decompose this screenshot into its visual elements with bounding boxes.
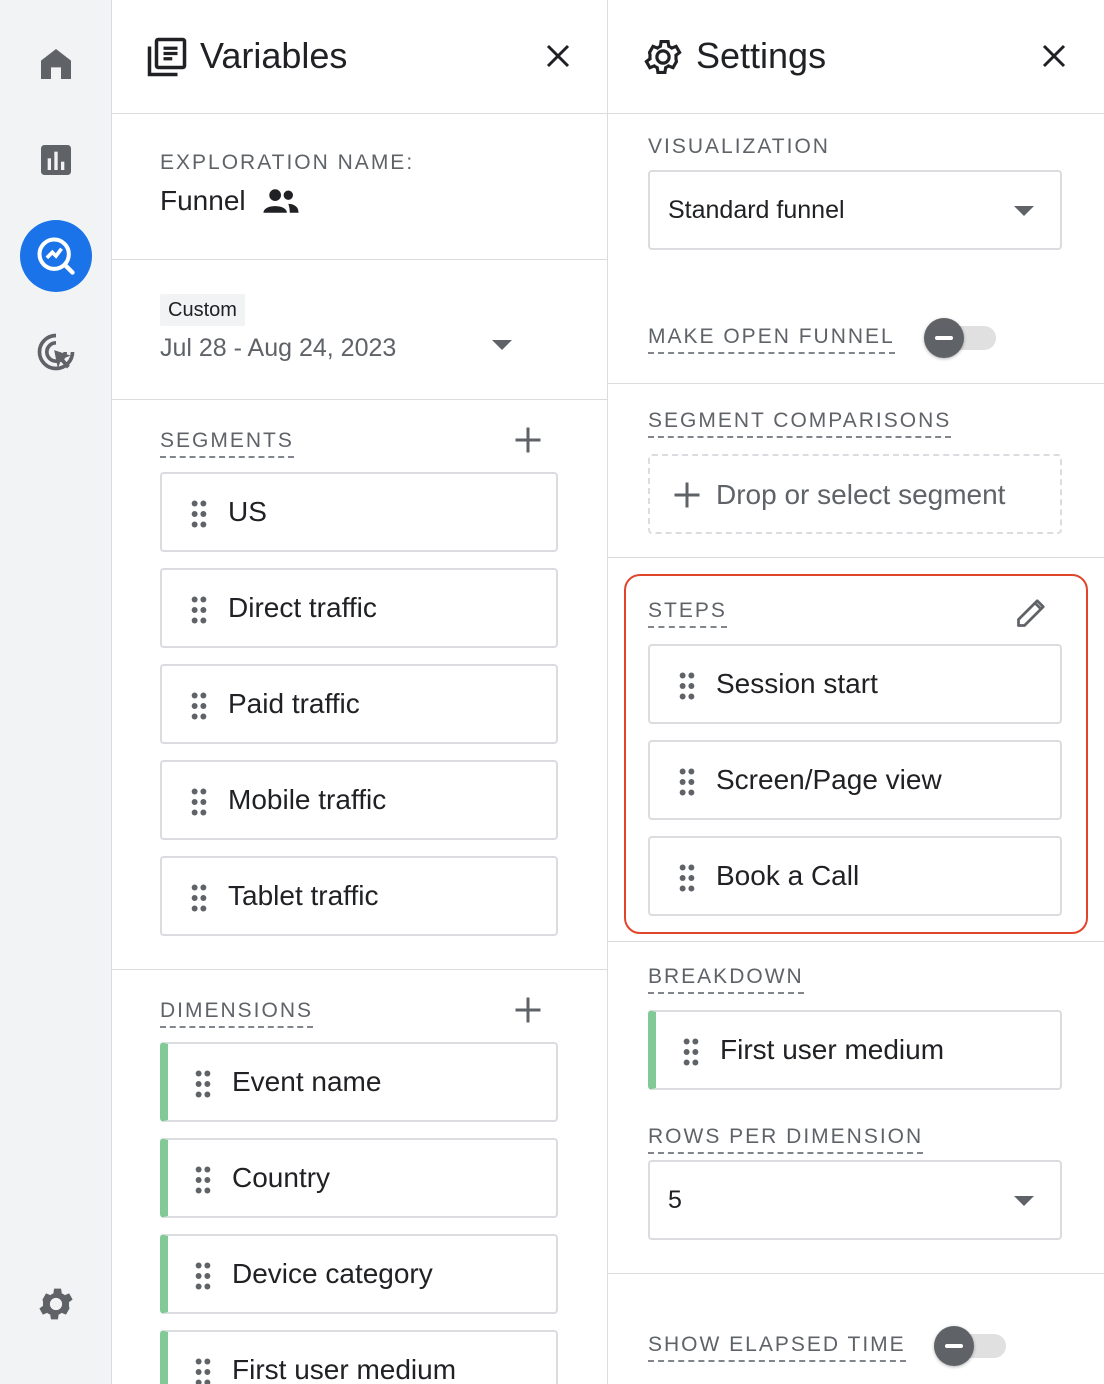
dimension-chip[interactable]: Country xyxy=(160,1138,558,1218)
variables-panel: Variables EXPLORATION NAME: Funnel Custo… xyxy=(112,0,608,1384)
dimensions-label: DIMENSIONS xyxy=(160,998,314,1028)
variables-list-icon xyxy=(146,36,188,78)
dimension-chip[interactable]: First user medium xyxy=(160,1330,558,1384)
visualization-section: VISUALIZATION Standard funnel MAKE OPEN … xyxy=(608,114,1104,384)
segment-chip-label: US xyxy=(228,496,267,527)
segment-chip-label: Tablet traffic xyxy=(228,880,379,911)
toggle-knob xyxy=(934,1326,974,1366)
drag-handle-icon[interactable] xyxy=(194,1070,212,1098)
close-icon[interactable] xyxy=(538,36,578,76)
admin-gear-icon[interactable] xyxy=(20,1268,92,1340)
shared-people-icon xyxy=(262,186,300,221)
segments-label: SEGMENTS xyxy=(160,428,294,458)
breakdown-chip[interactable]: First user medium xyxy=(648,1010,1062,1090)
segment-chip-label: Mobile traffic xyxy=(228,784,387,815)
dimension-chip[interactable]: Device category xyxy=(160,1234,558,1314)
breakdown-value: First user medium xyxy=(720,1034,945,1065)
dimension-chip-label: First user medium xyxy=(232,1354,457,1384)
drag-handle-icon[interactable] xyxy=(682,1038,700,1066)
add-dimension-plus-icon[interactable] xyxy=(510,992,546,1028)
drag-handle-icon[interactable] xyxy=(190,596,208,624)
drag-handle-icon[interactable] xyxy=(194,1262,212,1290)
rows-per-dimension-label: ROWS PER DIMENSION xyxy=(648,1124,924,1154)
segment-chip[interactable]: Paid traffic xyxy=(160,664,558,744)
reports-icon[interactable] xyxy=(20,124,92,196)
settings-panel: Settings VISUALIZATION Standard funnel M… xyxy=(608,0,1104,1384)
drag-handle-icon[interactable] xyxy=(190,500,208,528)
segment-comparisons-label: SEGMENT COMPARISONS xyxy=(648,408,952,438)
drop-segment-text: Drop or select segment xyxy=(716,479,1006,510)
date-range-section[interactable]: Custom Jul 28 - Aug 24, 2023 xyxy=(112,260,607,400)
exploration-name[interactable]: Funnel xyxy=(160,184,246,218)
drag-handle-icon[interactable] xyxy=(190,788,208,816)
close-icon[interactable] xyxy=(1034,36,1074,76)
explore-icon[interactable] xyxy=(20,220,92,292)
drag-handle-icon[interactable] xyxy=(190,884,208,912)
panel-title: Variables xyxy=(200,35,348,76)
segment-chip-label: Paid traffic xyxy=(228,688,360,719)
segment-chip-label: Direct traffic xyxy=(228,592,377,623)
toggle-knob xyxy=(924,318,964,358)
open-funnel-toggle[interactable] xyxy=(924,318,998,358)
breakdown-section: BREAKDOWN First user medium ROWS PER DIM… xyxy=(608,942,1104,1274)
chevron-down-icon xyxy=(1014,206,1034,216)
dimensions-section: DIMENSIONS Event name Country Device categ… xyxy=(112,970,607,1384)
home-icon[interactable] xyxy=(20,28,92,100)
steps-highlight-outline xyxy=(624,574,1088,934)
visualization-label: VISUALIZATION xyxy=(648,135,830,158)
rows-per-dimension-value: 5 xyxy=(668,1186,682,1214)
panel-title: Settings xyxy=(696,35,827,76)
plus-icon xyxy=(672,480,702,515)
variables-header: Variables xyxy=(112,0,607,114)
add-segment-plus-icon[interactable] xyxy=(510,422,546,458)
left-nav-rail xyxy=(0,0,112,1384)
elapsed-time-toggle[interactable] xyxy=(934,1326,1008,1366)
segments-section: SEGMENTS US Direct traffic Paid traffic Mob… xyxy=(112,400,607,970)
chevron-down-icon xyxy=(1014,1196,1034,1206)
settings-gear-icon xyxy=(642,36,684,78)
drag-handle-icon[interactable] xyxy=(194,1358,212,1384)
advertising-icon[interactable] xyxy=(20,316,92,388)
segment-chip[interactable]: Direct traffic xyxy=(160,568,558,648)
visualization-select[interactable]: Standard funnel xyxy=(648,170,1062,250)
dimension-chip[interactable]: Event name xyxy=(160,1042,558,1122)
segment-chip[interactable]: Tablet traffic xyxy=(160,856,558,936)
elapsed-time-section: SHOW ELAPSED TIME xyxy=(608,1274,1104,1384)
segment-comparisons-section: SEGMENT COMPARISONS Drop or select segme… xyxy=(608,384,1104,558)
exploration-name-label: EXPLORATION NAME: xyxy=(160,151,415,174)
dimension-chip-label: Country xyxy=(232,1162,331,1193)
drag-handle-icon[interactable] xyxy=(190,692,208,720)
show-elapsed-time-label: SHOW ELAPSED TIME xyxy=(648,1332,906,1362)
chevron-down-icon[interactable] xyxy=(492,340,512,350)
dimension-chip-label: Device category xyxy=(232,1258,433,1289)
visualization-value: Standard funnel xyxy=(668,196,845,224)
date-range-text[interactable]: Jul 28 - Aug 24, 2023 xyxy=(160,332,396,364)
segment-chip[interactable]: Mobile traffic xyxy=(160,760,558,840)
drop-segment-zone[interactable]: Drop or select segment xyxy=(648,454,1062,534)
drag-handle-icon[interactable] xyxy=(194,1166,212,1194)
segment-chip[interactable]: US xyxy=(160,472,558,552)
exploration-name-section: EXPLORATION NAME: Funnel xyxy=(112,114,607,260)
make-open-funnel-label: MAKE OPEN FUNNEL xyxy=(648,324,895,354)
settings-header: Settings xyxy=(608,0,1104,114)
breakdown-label: BREAKDOWN xyxy=(648,964,804,994)
rows-per-dimension-select[interactable]: 5 xyxy=(648,1160,1062,1240)
dimension-chip-label: Event name xyxy=(232,1066,382,1097)
date-badge: Custom xyxy=(160,294,245,326)
